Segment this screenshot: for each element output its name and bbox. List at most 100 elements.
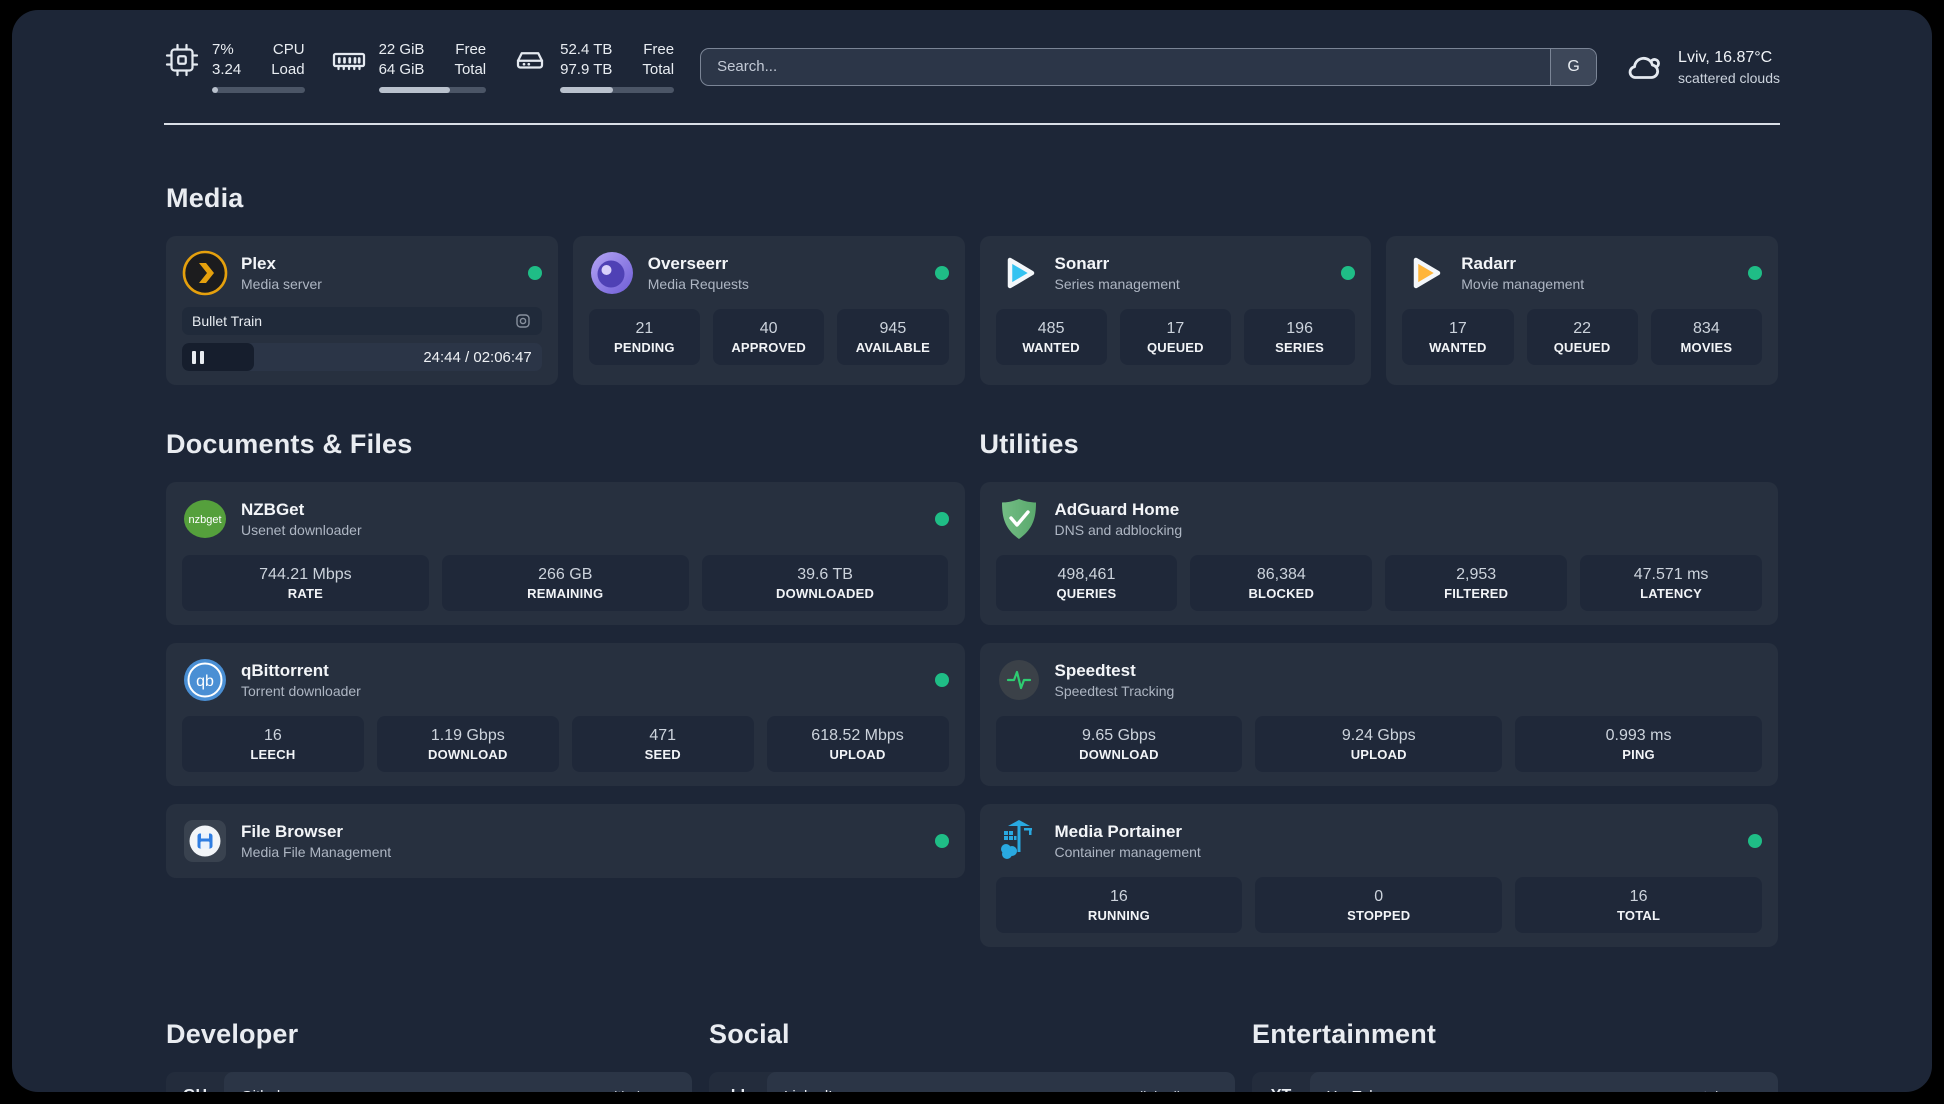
cpu-load-value: 3.24: [212, 61, 242, 78]
app-description: Media File Management: [241, 844, 392, 860]
app-name: Plex: [241, 254, 276, 273]
app-card-speedtest[interactable]: Speedtest Speedtest Tracking 9.65 Gbps DO…: [979, 643, 1778, 786]
stat-box-upload: 9.24 Gbps UPLOAD: [1255, 716, 1503, 772]
app-description: Series management: [1054, 276, 1180, 292]
stat-box-leech: 16 LEECH: [182, 716, 364, 772]
link-url: github.com: [607, 1088, 675, 1092]
stat-box-stopped: 0 STOPPED: [1255, 877, 1503, 933]
ram-icon: [332, 52, 365, 71]
documents-column: Documents & Files nzbget NZBGet Usenet d…: [166, 429, 965, 947]
app-card-radarr[interactable]: Radarr Movie management 17 WANTED 22 QUEUE…: [1386, 236, 1778, 385]
app-description: Media Requests: [647, 276, 749, 292]
link-row-youtube[interactable]: YT YouTube youtube.com: [1252, 1072, 1778, 1092]
link-badge: LI: [709, 1087, 767, 1092]
stat-box-rate: 744.21 Mbps RATE: [182, 555, 429, 611]
app-name: Radarr: [1461, 254, 1517, 273]
link-badge: YT: [1252, 1087, 1310, 1092]
ram-free-value: 22 GiB: [378, 41, 425, 58]
stat-box-filtered: 2,953 FILTERED: [1385, 555, 1568, 611]
top-bar: 7% 3.24 CPU Load 22 GiB 64 GiB Free Total: [12, 10, 1932, 93]
search-engine-button[interactable]: G: [1550, 48, 1597, 85]
storage-stat-widget: 52.4 TB 97.9 TB Free Total: [512, 40, 675, 93]
status-dot: [1748, 834, 1762, 848]
stat-box-seed: 471 SEED: [571, 716, 754, 772]
app-name: Sonarr: [1054, 254, 1110, 273]
stream-settings-icon[interactable]: [514, 312, 532, 330]
stat-box-approved: 40 APPROVED: [713, 309, 825, 365]
stat-box-remaining: 266 GB REMAINING: [441, 555, 689, 611]
stat-box-series: 196 SERIES: [1244, 309, 1356, 365]
adguard-icon: [996, 496, 1042, 542]
svg-text:qb: qb: [196, 673, 214, 690]
cpu-percent: 7%: [212, 41, 234, 58]
status-dot: [934, 834, 949, 848]
app-name: Speedtest: [1054, 661, 1136, 680]
app-name: Overseerr: [647, 254, 729, 273]
filebrowser-icon: [182, 818, 228, 864]
stat-box-upload: 618.52 Mbps UPLOAD: [766, 716, 949, 772]
link-name: YouTube: [1327, 1088, 1386, 1093]
stat-box-download: 9.65 Gbps DOWNLOAD: [995, 716, 1243, 772]
pause-icon[interactable]: [192, 350, 204, 364]
storage-total-label: Total: [642, 61, 675, 78]
sonarr-icon: [996, 250, 1042, 296]
status-dot: [527, 266, 542, 280]
portainer-icon: [996, 818, 1042, 864]
storage-progress-bar: [560, 87, 675, 93]
app-card-filebrowser[interactable]: File Browser Media File Management: [166, 804, 965, 878]
app-card-sonarr[interactable]: Sonarr Series management 485 WANTED 17 QUE…: [979, 236, 1372, 385]
link-url: youtube.com: [1681, 1088, 1761, 1092]
link-row-linkedin[interactable]: LI LinkedIn linkedin.com: [709, 1072, 1235, 1092]
ram-total-label: Total: [454, 61, 487, 78]
app-description: Media server: [241, 276, 322, 292]
link-url: linkedin.com: [1140, 1088, 1218, 1092]
disk-icon: [517, 52, 544, 69]
cpu-label: CPU: [272, 41, 305, 58]
stat-box-latency: 47.571 ms LATENCY: [1580, 555, 1762, 611]
app-card-qbittorrent[interactable]: qb qBittorrent Torrent downloader 16 LEEC…: [166, 643, 965, 786]
cpu-load-label: Load: [271, 61, 305, 78]
app-name: AdGuard Home: [1054, 500, 1180, 519]
radarr-icon: [1402, 250, 1448, 296]
status-dot: [934, 512, 949, 526]
link-name: LinkedIn: [784, 1088, 841, 1093]
app-card-nzbget[interactable]: nzbget NZBGet Usenet downloader 744.21 M…: [166, 482, 965, 625]
app-description: Container management: [1054, 844, 1201, 860]
app-description: Torrent downloader: [241, 683, 361, 699]
nzbget-icon: nzbget: [182, 496, 228, 542]
search-input[interactable]: [701, 48, 1551, 85]
app-card-plex[interactable]: Plex Media server Bullet Train 24:44 / 0…: [166, 236, 558, 385]
link-row-github[interactable]: GH Github github.com: [166, 1072, 692, 1092]
ram-total-value: 64 GiB: [378, 61, 425, 78]
section-title-documents: Documents & Files: [166, 429, 413, 459]
social-links-section: Social LI LinkedInlinkedin.com TW Twitte…: [709, 1019, 1235, 1092]
utilities-column: Utilities AdGuard Home DNS and adblockin…: [979, 429, 1778, 947]
app-description: Movie management: [1461, 276, 1585, 292]
section-title-utilities: Utilities: [979, 429, 1079, 459]
stat-box-queued: 17 QUEUED: [1119, 309, 1231, 365]
stat-box-running: 16 RUNNING: [995, 877, 1243, 933]
app-name: qBittorrent: [241, 661, 329, 680]
playback-progress-bar[interactable]: 24:44 / 02:06:47: [182, 343, 542, 371]
weather-widget: Lviv, 16.87°C scattered clouds: [1623, 46, 1780, 88]
now-playing-title: Bullet Train: [192, 313, 263, 329]
ram-stat-widget: 22 GiB 64 GiB Free Total: [331, 40, 487, 93]
app-description: Usenet downloader: [241, 522, 362, 538]
storage-free-label: Free: [643, 41, 675, 58]
cpu-icon: [165, 43, 199, 77]
stat-box-movies: 834 MOVIES: [1650, 309, 1762, 365]
app-name: Media Portainer: [1054, 822, 1183, 841]
ram-progress-bar: [378, 87, 487, 93]
app-card-portainer[interactable]: Media Portainer Container management 16 R…: [979, 804, 1778, 947]
status-dot: [1341, 266, 1356, 280]
status-dot: [934, 266, 949, 280]
app-card-adguard[interactable]: AdGuard Home DNS and adblocking 498,461 Q…: [979, 482, 1778, 625]
app-card-overseerr[interactable]: Overseerr Media Requests 21 PENDING 40 APP…: [572, 236, 965, 385]
app-name: NZBGet: [241, 500, 305, 519]
section-title-developer: Developer: [166, 1019, 299, 1049]
stat-box-downloaded: 39.6 TB DOWNLOADED: [701, 555, 949, 611]
plex-icon: [182, 250, 228, 296]
stat-box-wanted: 17 WANTED: [1402, 309, 1514, 365]
app-description: DNS and adblocking: [1054, 522, 1183, 538]
cpu-stat-widget: 7% 3.24 CPU Load: [164, 40, 305, 93]
